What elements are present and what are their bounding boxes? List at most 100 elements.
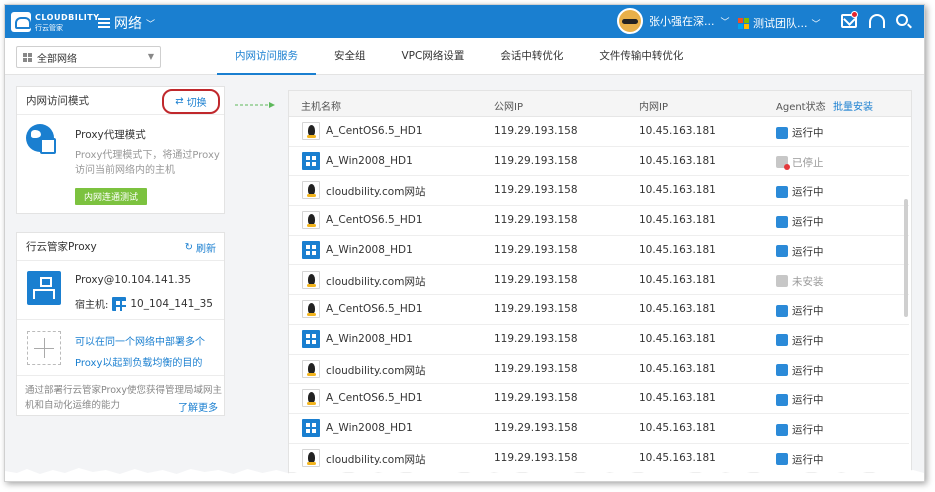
agent-status-label: 未安装 [792, 275, 824, 288]
main-menu-button[interactable]: 网络 ﹀ [98, 13, 155, 33]
private-ip: 10.45.163.181 [639, 214, 716, 227]
public-ip: 119.29.193.158 [494, 273, 578, 286]
avatar [617, 8, 643, 34]
network-select-value: 全部网络 [37, 53, 77, 65]
private-ip: 10.45.163.181 [639, 332, 716, 345]
table-row[interactable]: A_Win2008_HD1 119.29.193.158 10.45.163.181… [289, 147, 909, 177]
public-ip: 119.29.193.158 [494, 362, 578, 375]
table-row[interactable]: A_Win2008_HD1 119.29.193.158 10.45.163.181… [289, 414, 909, 444]
host-name: A_Win2008_HD1 [326, 332, 413, 345]
proxy-panel: 行云管家Proxy ↻ 刷新 Proxy@10.104.141.35 宿主机: … [16, 232, 225, 416]
headset-icon[interactable] [869, 14, 885, 28]
public-ip: 119.29.193.158 [494, 332, 578, 345]
host-name: A_Win2008_HD1 [326, 243, 413, 256]
table-row[interactable]: A_CentOS6.5_HD1 119.29.193.158 10.45.163.1… [289, 384, 909, 414]
add-proxy-link[interactable]: 可以在同一个网络中部署多个Proxy以起到负载均衡的目的 [75, 332, 220, 374]
windows-icon [302, 240, 320, 259]
connectivity-test-button[interactable]: 内网连通测试 [75, 188, 147, 205]
host-name: A_CentOS6.5_HD1 [326, 303, 423, 316]
network-topology-icon [27, 271, 61, 305]
host-value: 10_104_141_35 [130, 297, 213, 310]
agent-status-label: 运行中 [792, 334, 824, 347]
access-mode-title: 内网访问模式 [26, 95, 89, 107]
bulk-install-link[interactable]: 批量安装 [833, 98, 873, 113]
linux-icon [302, 181, 320, 200]
public-ip: 119.29.193.158 [494, 154, 578, 167]
chevron-down-icon: ﹀ [720, 17, 730, 28]
globe-network-icon [26, 124, 58, 156]
table-row[interactable]: A_CentOS6.5_HD1 119.29.193.158 10.45.163.1… [289, 117, 909, 147]
table-row[interactable]: A_CentOS6.5_HD1 119.29.193.158 10.45.163.1… [289, 295, 909, 325]
refresh-label: 刷新 [196, 244, 216, 255]
host-name: A_CentOS6.5_HD1 [326, 214, 423, 227]
public-ip: 119.29.193.158 [494, 125, 578, 137]
agent-status: 运行中 [776, 363, 824, 378]
table-row[interactable]: A_CentOS6.5_HD1 119.29.193.158 10.45.163.1… [289, 206, 909, 236]
table-row[interactable]: cloudbility.com网站 119.29.193.158 10.45.163… [289, 266, 909, 296]
agent-status-label: 运行中 [792, 364, 824, 377]
agent-status: 运行中 [776, 422, 824, 437]
agent-status: 运行中 [776, 392, 824, 407]
proxy-panel-title: 行云管家Proxy [26, 241, 97, 253]
windows-icon [302, 151, 320, 170]
tab-security-group[interactable]: 安全组 [316, 38, 384, 75]
logo[interactable]: CLOUDBILITY 行云管家 [11, 11, 99, 33]
table-row[interactable]: A_Win2008_HD1 119.29.193.158 10.45.163.181… [289, 236, 909, 266]
agent-running-icon [776, 304, 788, 317]
agent-running-icon [776, 334, 788, 347]
tab-session-relay[interactable]: 会话中转优化 [482, 38, 581, 75]
scrollbar[interactable] [904, 199, 908, 317]
tab-bar: 内网访问服务 安全组 VPC网络设置 会话中转优化 文件传输中转优化 [217, 38, 701, 75]
agent-running-icon [776, 423, 788, 436]
agent-running-icon [776, 393, 788, 406]
linux-icon [302, 122, 320, 140]
private-ip: 10.45.163.181 [639, 303, 716, 316]
agent-status-label: 运行中 [792, 216, 824, 229]
cloud-logo-icon [11, 12, 31, 32]
tab-vpc-settings[interactable]: VPC网络设置 [384, 38, 483, 75]
agent-status: 运行中 [776, 244, 824, 259]
divider [17, 319, 224, 320]
user-menu[interactable]: 张小强在深... ﹀ [617, 8, 730, 34]
linux-icon [302, 300, 320, 319]
column-private-ip: 内网IP [639, 102, 668, 113]
agent-status: 运行中 [776, 184, 824, 199]
team-name: 测试团队... [753, 17, 808, 30]
search-icon[interactable] [896, 14, 908, 26]
agent-running-icon [776, 453, 788, 466]
public-ip: 119.29.193.158 [494, 451, 578, 464]
user-name: 张小强在深... [649, 15, 715, 28]
notification-dot [851, 11, 858, 18]
public-ip: 119.29.193.158 [494, 214, 578, 227]
switch-label: 切换 [186, 98, 207, 109]
agent-status: 运行中 [776, 333, 824, 348]
tab-intranet-access[interactable]: 内网访问服务 [217, 38, 316, 75]
table-row[interactable]: cloudbility.com网站 119.29.193.158 10.45.163… [289, 355, 909, 385]
switch-mode-button[interactable]: ⇄ 切换 [162, 89, 220, 114]
agent-status-label: 运行中 [792, 127, 824, 139]
linux-icon [302, 359, 320, 378]
column-public-ip: 公网IP [494, 102, 523, 113]
private-ip: 10.45.163.181 [639, 184, 716, 197]
table-row[interactable]: cloudbility.com网站 119.29.193.158 10.45.163… [289, 176, 909, 207]
network-select[interactable]: 全部网络 ▼ [16, 46, 161, 68]
refresh-button[interactable]: ↻ 刷新 [185, 240, 216, 255]
table-row[interactable]: A_Win2008_HD1 119.29.193.158 10.45.163.181… [289, 325, 909, 355]
switch-arrows-icon: ⇄ [175, 96, 184, 107]
public-ip: 119.29.193.158 [494, 392, 578, 405]
proxy-header: 行云管家Proxy ↻ 刷新 [17, 233, 224, 261]
agent-status: 未安装 [776, 274, 824, 289]
add-proxy-icon[interactable] [27, 331, 61, 365]
team-switcher[interactable]: 测试团队... ﹀ [738, 15, 821, 31]
host-name: cloudbility.com网站 [326, 275, 426, 288]
learn-more-link[interactable]: 了解更多 [178, 399, 218, 414]
chevron-down-icon: ▼ [147, 52, 154, 61]
network-grid-icon [23, 52, 32, 62]
tab-file-transfer-relay[interactable]: 文件传输中转优化 [581, 38, 701, 75]
chevron-down-icon: ﹀ [811, 19, 821, 30]
proxy-host: 宿主机: 10_104_141_35 [75, 296, 213, 311]
agent-status-label: 运行中 [792, 394, 824, 407]
public-ip: 119.29.193.158 [494, 303, 578, 316]
divider [17, 375, 224, 376]
agent-status-label: 运行中 [792, 186, 824, 199]
